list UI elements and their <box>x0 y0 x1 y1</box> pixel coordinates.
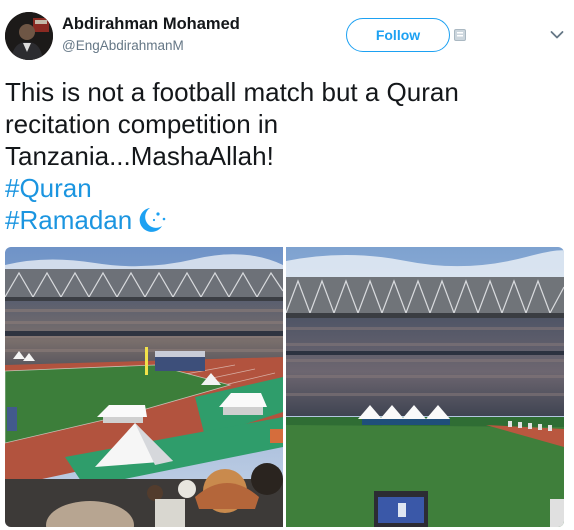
add-user-icon[interactable] <box>454 29 466 41</box>
tweet-text-line: This is not a football match but a Quran <box>5 77 459 107</box>
stadium-photo-left[interactable] <box>5 247 283 527</box>
tweet-text-line: Tanzania...MashaAllah! <box>5 141 274 171</box>
avatar[interactable] <box>5 12 53 60</box>
follow-button[interactable]: Follow <box>346 18 450 52</box>
stadium-photo-right[interactable] <box>286 247 564 527</box>
author-display-name[interactable]: Abdirahman Mohamed <box>62 15 240 34</box>
hashtag-ramadan-link[interactable]: #Ramadan <box>5 205 132 235</box>
crescent-moon-stars-icon <box>139 208 166 232</box>
author-username[interactable]: @EngAbdirahmanM <box>62 38 184 53</box>
hashtag-quran-link[interactable]: #Quran <box>5 172 565 204</box>
chevron-down-icon[interactable] <box>550 30 564 40</box>
tweet-card: Abdirahman Mohamed @EngAbdirahmanM Follo… <box>0 0 574 530</box>
tweet-text: This is not a football match but a Quran… <box>5 76 565 236</box>
tweet-text-line: recitation competition in <box>5 109 279 139</box>
